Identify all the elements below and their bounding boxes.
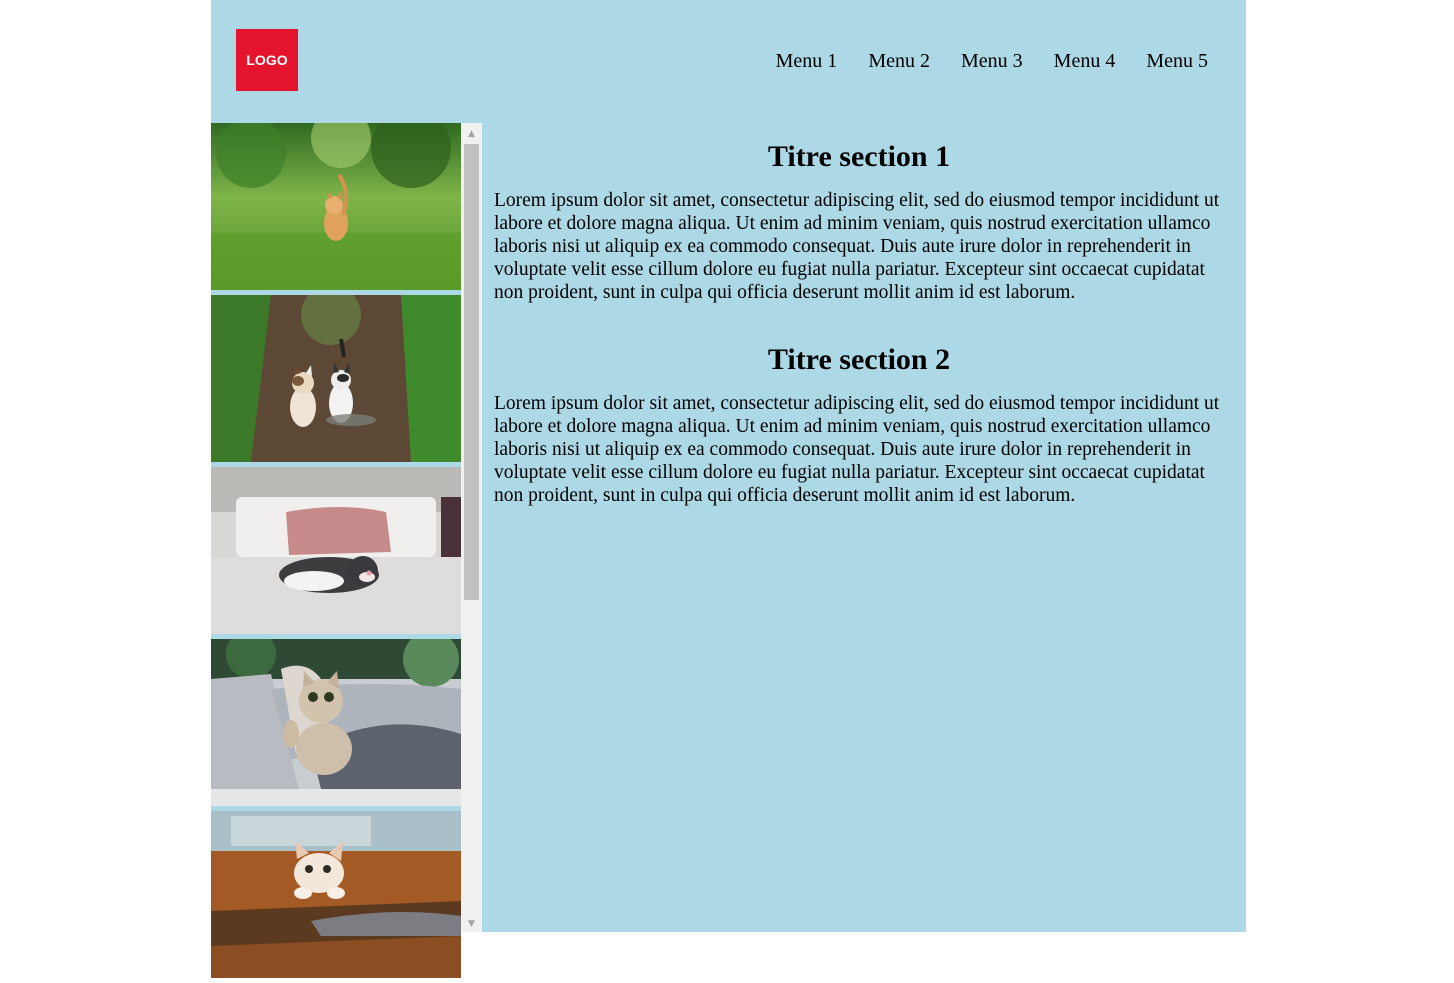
kitten-on-table-image: [211, 811, 461, 978]
gallery-scrollbar[interactable]: ▲ ▼: [461, 123, 482, 932]
gallery-image-kitten-in-grass[interactable]: [211, 123, 461, 290]
gallery-list: [211, 123, 461, 983]
gallery-image-sleeping-cat-on-bed[interactable]: [211, 467, 461, 634]
kitten-in-grass-image: [211, 123, 461, 290]
image-gallery-sidebar[interactable]: ▲ ▼: [211, 123, 482, 978]
nav-menu-5[interactable]: Menu 5: [1146, 49, 1208, 73]
sleeping-cat-on-bed-image: [211, 467, 461, 634]
gallery-image-two-kittens-on-path[interactable]: [211, 295, 461, 462]
section-1: Titre section 1 Lorem ipsum dolor sit am…: [494, 140, 1224, 304]
section-1-body: Lorem ipsum dolor sit amet, consectetur …: [494, 190, 1220, 303]
main-nav: Menu 1 Menu 2 Menu 3 Menu 4 Menu 5: [776, 49, 1208, 73]
section-2-title: Titre section 2: [767, 343, 951, 376]
nav-menu-4[interactable]: Menu 4: [1054, 49, 1116, 73]
gallery-image-kitten-on-sofa[interactable]: [211, 639, 461, 806]
nav-menu-1[interactable]: Menu 1: [776, 49, 838, 73]
nav-menu-3[interactable]: Menu 3: [961, 49, 1023, 73]
two-kittens-on-path-image: [211, 295, 461, 462]
kitten-on-sofa-image: [211, 639, 461, 806]
section-1-title: Titre section 1: [767, 140, 951, 173]
page-container: LOGO Menu 1 Menu 2 Menu 3 Menu 4 Menu 5: [211, 0, 1246, 978]
main-content: Titre section 1 Lorem ipsum dolor sit am…: [494, 140, 1224, 546]
section-2: Titre section 2 Lorem ipsum dolor sit am…: [494, 343, 1224, 507]
section-2-body: Lorem ipsum dolor sit amet, consectetur …: [494, 393, 1220, 506]
logo[interactable]: LOGO: [236, 29, 298, 91]
scrollbar-thumb[interactable]: [464, 144, 479, 600]
gallery-image-kitten-on-table[interactable]: [211, 811, 461, 978]
scroll-up-arrow-icon[interactable]: ▲: [461, 125, 482, 142]
nav-menu-2[interactable]: Menu 2: [868, 49, 930, 73]
scroll-down-arrow-icon[interactable]: ▼: [461, 915, 482, 932]
